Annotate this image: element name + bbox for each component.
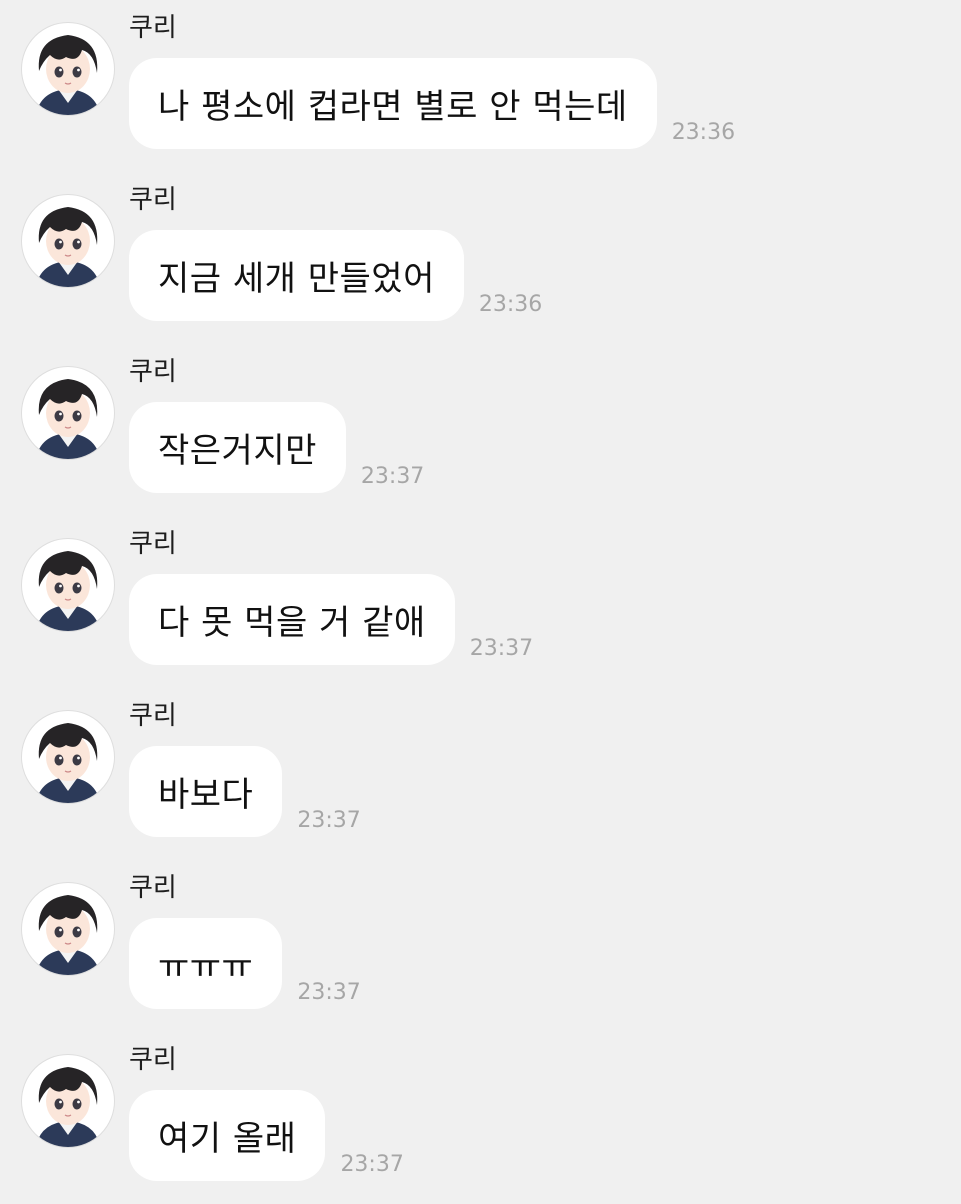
chat-message: 쿠리 작은거지만 23:37: [0, 344, 961, 516]
message-timestamp: 23:36: [478, 292, 543, 317]
message-bubble[interactable]: 여기 올래: [129, 1090, 326, 1181]
message-bubble[interactable]: 작은거지만: [129, 402, 346, 493]
profile-avatar-icon[interactable]: [21, 710, 115, 804]
sender-name: 쿠리: [129, 529, 177, 559]
message-bubble[interactable]: 지금 세개 만들었어: [129, 230, 464, 321]
profile-avatar-icon[interactable]: [21, 1054, 115, 1148]
message-row: 나 평소에 컵라면 별로 안 먹는데 23:36: [129, 58, 735, 149]
message-timestamp: 23:37: [469, 636, 534, 661]
chat-message: 쿠리 나 평소에 컵라면 별로 안 먹는데 23:36: [0, 0, 961, 172]
message-timestamp: 23:36: [671, 120, 736, 145]
sender-name: 쿠리: [129, 1045, 177, 1075]
chat-message: 쿠리 다 못 먹을 거 같애 23:37: [0, 516, 961, 688]
chat-message: 쿠리 여기 올래 23:37: [0, 1032, 961, 1204]
message-bubble[interactable]: 나 평소에 컵라면 별로 안 먹는데: [129, 58, 657, 149]
message-bubble[interactable]: ㅠㅠㅠ: [129, 918, 283, 1009]
message-row: 작은거지만 23:37: [129, 402, 424, 493]
message-timestamp: 23:37: [297, 808, 361, 833]
message-row: 바보다 23:37: [129, 746, 361, 837]
message-row: 여기 올래 23:37: [129, 1090, 404, 1181]
sender-name: 쿠리: [129, 701, 177, 731]
profile-avatar-icon[interactable]: [21, 22, 115, 116]
message-row: 다 못 먹을 거 같애 23:37: [129, 574, 533, 665]
chat-message-list: 쿠리 나 평소에 컵라면 별로 안 먹는데 23:36 쿠리 지금 세개 만들었…: [0, 0, 961, 1200]
message-row: ㅠㅠㅠ 23:37: [129, 918, 361, 1009]
message-row: 지금 세개 만들었어 23:36: [129, 230, 542, 321]
profile-avatar-icon[interactable]: [21, 882, 115, 976]
profile-avatar-icon[interactable]: [21, 194, 115, 288]
message-bubble[interactable]: 바보다: [129, 746, 283, 837]
chat-message: 쿠리 바보다 23:37: [0, 688, 961, 860]
sender-name: 쿠리: [129, 873, 177, 903]
chat-message: 쿠리 지금 세개 만들었어 23:36: [0, 172, 961, 344]
message-timestamp: 23:37: [340, 1152, 404, 1177]
sender-name: 쿠리: [129, 185, 177, 215]
profile-avatar-icon[interactable]: [21, 366, 115, 460]
profile-avatar-icon[interactable]: [21, 538, 115, 632]
sender-name: 쿠리: [129, 357, 177, 387]
sender-name: 쿠리: [129, 13, 177, 43]
message-timestamp: 23:37: [360, 464, 425, 489]
message-bubble[interactable]: 다 못 먹을 거 같애: [129, 574, 455, 665]
message-timestamp: 23:37: [297, 980, 361, 1005]
chat-message: 쿠리 ㅠㅠㅠ 23:37: [0, 860, 961, 1032]
